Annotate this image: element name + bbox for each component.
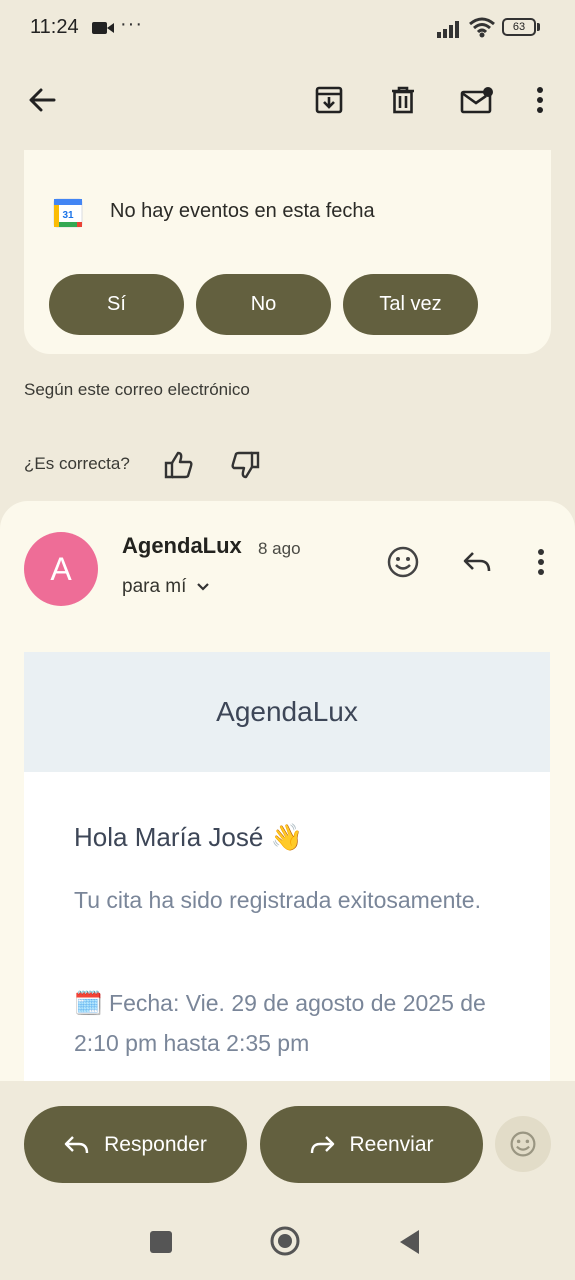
- forward-icon: [311, 1135, 335, 1153]
- recipient-text: para mí: [122, 576, 187, 597]
- feedback-question: ¿Es correcta?: [24, 454, 130, 473]
- email-brand-header: AgendaLux: [24, 652, 550, 772]
- battery-indicator: 63: [502, 18, 536, 36]
- google-calendar-icon: 31: [53, 198, 83, 228]
- home-nav-button[interactable]: [270, 1226, 300, 1256]
- reply-action-button[interactable]: Responder: [24, 1106, 247, 1183]
- recipient-details-toggle[interactable]: para mí: [122, 576, 210, 598]
- extraction-source-text: Según este correo electrónico: [24, 380, 250, 399]
- email-date-text: 🗓️ Fecha: Vie. 29 de agosto de 2025 de 2…: [74, 990, 486, 1056]
- archive-button[interactable]: [309, 80, 349, 120]
- rsvp-yes-button[interactable]: Sí: [49, 274, 184, 335]
- message-date: 8 ago: [258, 539, 301, 558]
- thumbs-up-icon: [164, 451, 193, 479]
- status-more-indicator: ···: [120, 13, 143, 35]
- chevron-down-icon: [197, 583, 210, 591]
- bottom-reaction-button[interactable]: [495, 1116, 551, 1172]
- email-confirmation-text: Tu cita ha sido registrada exitosamente.: [74, 887, 481, 913]
- email-greeting: Hola María José 👋: [74, 822, 303, 852]
- rsvp-maybe-button[interactable]: Tal vez: [343, 274, 478, 335]
- battery-tip: [537, 23, 540, 31]
- more-options-button[interactable]: [522, 80, 558, 120]
- recents-nav-button[interactable]: [150, 1231, 172, 1253]
- back-nav-button[interactable]: [399, 1229, 421, 1255]
- delete-button[interactable]: [383, 80, 423, 120]
- emoji-icon: [510, 1131, 536, 1157]
- sender-avatar[interactable]: A: [24, 532, 98, 606]
- back-button[interactable]: [22, 80, 62, 120]
- status-bar: 11:24 ··· 63: [0, 0, 575, 58]
- svg-text:31: 31: [62, 210, 74, 221]
- mark-unread-button[interactable]: [456, 80, 498, 120]
- forward-action-label: Reenviar: [349, 1132, 434, 1156]
- rsvp-no-button[interactable]: No: [196, 274, 331, 335]
- video-camera-icon: [92, 22, 114, 34]
- no-events-text: No hay eventos en esta fecha: [110, 200, 375, 222]
- thumbs-down-icon: [231, 451, 260, 479]
- mark-unread-icon: [460, 87, 493, 114]
- wifi-icon: [469, 17, 495, 38]
- reply-icon: [463, 552, 491, 572]
- reply-button[interactable]: [457, 542, 497, 582]
- trash-icon: [392, 86, 414, 114]
- more-vert-icon: [538, 549, 544, 575]
- reply-icon: [64, 1135, 89, 1153]
- more-vert-icon: [537, 87, 543, 113]
- sender-name: AgendaLux: [122, 533, 242, 558]
- archive-icon: [315, 86, 343, 114]
- message-more-button[interactable]: [523, 542, 559, 582]
- signal-icon: [437, 21, 459, 38]
- thumbs-down-button[interactable]: [226, 446, 264, 484]
- reply-action-label: Responder: [104, 1132, 207, 1156]
- status-time: 11:24: [30, 16, 79, 38]
- add-reaction-button[interactable]: [383, 542, 423, 582]
- arrow-left-icon: [29, 88, 56, 112]
- emoji-icon: [387, 546, 419, 578]
- thumbs-up-button[interactable]: [160, 446, 198, 484]
- forward-action-button[interactable]: Reenviar: [260, 1106, 483, 1183]
